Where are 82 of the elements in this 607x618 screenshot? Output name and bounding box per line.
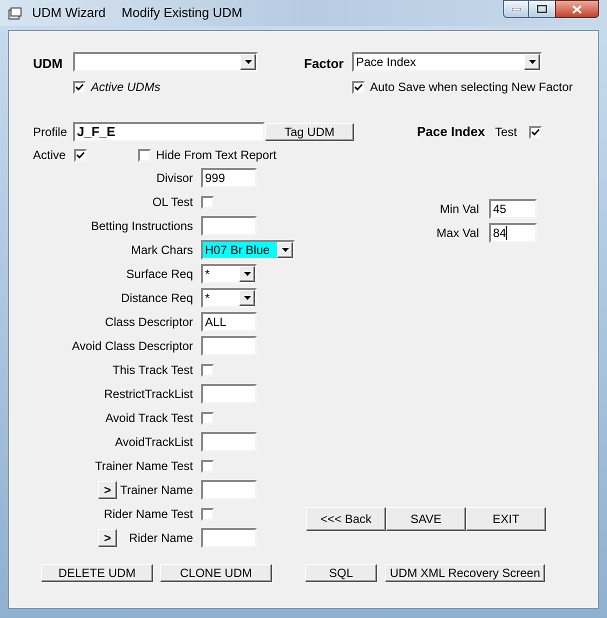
range-label: Min Val [438,201,480,218]
button[interactable]: DELETE UDM [41,564,153,582]
input-field[interactable]: 45 [489,199,537,219]
field-label: OL Test [152,194,193,211]
checkbox[interactable] [74,148,87,162]
input-field[interactable] [201,432,257,452]
factor-label: Factor [304,55,345,73]
button[interactable]: Tag UDM [265,123,354,141]
dropdown-button[interactable] [277,242,293,258]
window-icon [8,6,22,20]
close-icon [572,4,582,14]
field-label: This Track Test [112,362,193,379]
maximize-button[interactable] [529,0,555,18]
profile-label: Profile [33,124,68,141]
input-field[interactable] [201,384,257,404]
factor-heading: Pace Index [417,123,485,142]
button[interactable]: SQL [305,564,377,582]
caret-icon [282,248,288,252]
button[interactable]: CLONE UDM [160,564,272,582]
button[interactable]: > [98,529,117,547]
field-label: Mark Chars [130,242,193,259]
dropdown[interactable]: * [201,288,257,308]
field-label: Trainer Name Test [94,458,193,475]
close-button[interactable] [555,0,599,18]
field-label: Trainer Name [120,482,193,499]
field-label: AvoidTrackList [114,434,193,451]
button[interactable]: <<< Back [306,507,386,531]
dropdown-button[interactable] [240,54,256,70]
checkbox[interactable] [73,80,86,94]
input-field[interactable] [201,480,257,500]
field-label: Avoid Track Test [105,410,193,427]
range-label: Max Val [436,225,480,242]
input-field[interactable] [201,528,257,548]
caret-icon [244,296,250,300]
input-field[interactable]: ALL [201,312,257,332]
input-field[interactable] [201,336,257,356]
checkbox-label: Auto Save when selecting New Factor [370,79,573,96]
caret-icon [528,60,536,64]
input-field[interactable]: 999 [201,168,257,188]
text-cursor [506,226,508,240]
test-label: Test [494,124,518,141]
field-label: Avoid Class Descriptor [72,338,193,355]
button[interactable]: EXIT [466,507,546,531]
dropdown-button[interactable] [524,54,540,70]
active-label: Active [33,147,67,164]
caret-icon [244,60,252,64]
window-title: UDM Wizard [32,4,106,22]
checkbox[interactable] [352,80,365,94]
checkbox[interactable] [201,196,214,208]
button[interactable]: > [98,481,117,499]
input-field[interactable] [201,216,257,236]
checkbox[interactable] [201,412,214,424]
field-label: Rider Name Test [104,506,193,523]
color-dropdown[interactable]: H07 Br Blue [201,240,295,260]
caret-icon [244,272,250,276]
maximize-icon [537,5,547,13]
field-label: Divisor [156,170,193,187]
field-label: Class Descriptor [104,314,193,331]
input-field[interactable]: J_F_E [73,122,265,142]
checkbox[interactable] [201,364,214,376]
checkbox[interactable] [528,126,542,138]
minimize-icon [512,8,520,10]
checkbox-label: Active UDMs [91,79,160,96]
checkbox[interactable] [201,508,214,520]
dropdown[interactable]: * [201,264,257,284]
checkbox[interactable] [138,148,151,162]
checkbox-label: Hide From Text Report [156,147,276,164]
button[interactable]: UDM XML Recovery Screen [385,564,545,582]
button[interactable]: SAVE [386,507,466,531]
dropdown-button[interactable] [239,290,255,306]
udm-label: UDM [33,55,64,73]
field-label: RestrictTrackList [104,386,193,403]
dropdown-button[interactable] [239,266,255,282]
field-label: Distance Req [120,290,193,307]
field-label: Betting Instructions [90,218,193,235]
field-label: Rider Name [128,530,193,547]
checkbox[interactable] [201,460,214,472]
window-subtitle: Modify Existing UDM [122,4,242,22]
field-label: Surface Req [126,266,193,283]
input-field[interactable]: 84 [489,223,537,243]
minimize-button[interactable] [503,0,529,18]
factor-dropdown[interactable]: Pace Index [352,52,542,72]
